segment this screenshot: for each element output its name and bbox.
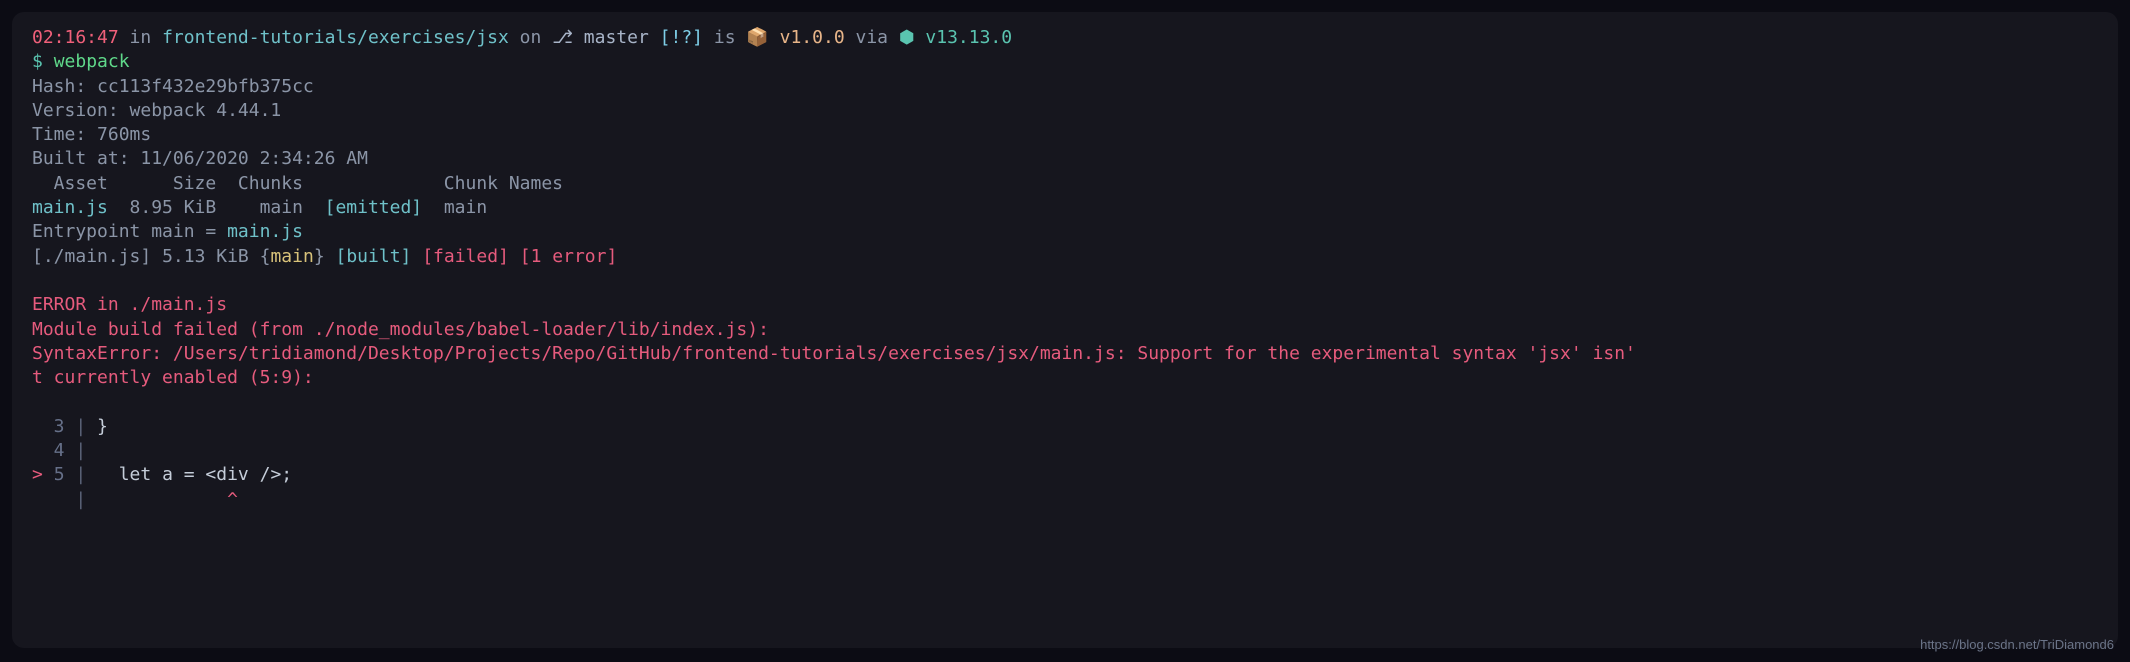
prompt-is: is: [703, 27, 746, 48]
prompt-time: 02:16:47: [32, 27, 119, 48]
code-text-5: let a = <div />;: [97, 464, 292, 485]
terminal-window[interactable]: 02:16:47 in frontend-tutorials/exercises…: [12, 12, 2118, 648]
error-line-2: Module build failed (from ./node_modules…: [32, 318, 2098, 342]
output-time: Time: 760ms: [32, 123, 2098, 147]
asset-chunk: main: [260, 197, 303, 218]
error-marker: >: [32, 464, 54, 485]
code-line-3: 3 | }: [32, 415, 2098, 439]
module-chunk: main: [270, 246, 313, 267]
command-line: $ webpack: [32, 50, 2098, 74]
asset-row: main.js 8.95 KiB main [emitted] main: [32, 196, 2098, 220]
prompt-branch: master: [573, 27, 660, 48]
prompt-in: in: [119, 27, 162, 48]
blank-line-2: [32, 390, 2098, 414]
watermark: https://blog.csdn.net/TriDiamond6: [1920, 636, 2114, 654]
error-caret: ^: [97, 489, 238, 510]
module-errors: [1 error]: [509, 246, 617, 267]
error-line-3b: t currently enabled (5:9):: [32, 366, 2098, 390]
prompt-path: frontend-tutorials/exercises/jsx: [162, 27, 509, 48]
asset-chunkname: main: [444, 197, 487, 218]
blank-line: [32, 269, 2098, 293]
prompt-pkg-version: v1.0.0: [769, 27, 845, 48]
lineno-4: 4: [32, 440, 65, 461]
lineno-3: 3: [32, 416, 65, 437]
code-line-5: > 5 | let a = <div />;: [32, 463, 2098, 487]
asset-size: 8.95 KiB: [108, 197, 260, 218]
command-text: webpack: [54, 51, 130, 72]
caret-line: | ^: [32, 488, 2098, 512]
prompt-via: via: [845, 27, 899, 48]
prompt-flags: [!?]: [660, 27, 703, 48]
lineno-5: 5: [54, 464, 65, 485]
node-icon: ⬢: [899, 27, 915, 48]
error-line-1: ERROR in ./main.js: [32, 293, 2098, 317]
code-text-3: }: [97, 416, 108, 437]
module-row: [./main.js] 5.13 KiB {main} [built] [fai…: [32, 245, 2098, 269]
error-line-3a: SyntaxError: /Users/tridiamond/Desktop/P…: [32, 342, 2098, 366]
asset-emitted: [emitted]: [303, 197, 444, 218]
entrypoint-name: main: [151, 221, 194, 242]
time-value: 760ms: [97, 124, 151, 145]
output-built: Built at: 11/06/2020 2:34:26 AM: [32, 147, 2098, 171]
prompt-line: 02:16:47 in frontend-tutorials/exercises…: [32, 26, 2098, 50]
module-file: ./main.js: [43, 246, 141, 267]
prompt-symbol: $: [32, 51, 54, 72]
code-line-4: 4 |: [32, 439, 2098, 463]
module-failed: [failed]: [411, 246, 509, 267]
git-branch-icon: ⎇: [552, 27, 573, 48]
prompt-on: on: [509, 27, 552, 48]
module-size: 5.13 KiB: [162, 246, 260, 267]
hash-value: cc113f432e29bfb375cc: [97, 76, 314, 97]
built-value: 11/06/2020 2:34:26 AM: [140, 148, 368, 169]
output-version: Version: webpack 4.44.1: [32, 99, 2098, 123]
output-hash: Hash: cc113f432e29bfb375cc: [32, 75, 2098, 99]
entrypoint-row: Entrypoint main = main.js: [32, 220, 2098, 244]
module-built: [built]: [325, 246, 412, 267]
prompt-node-version: v13.13.0: [915, 27, 1013, 48]
asset-name: main.js: [32, 197, 108, 218]
entrypoint-file: main.js: [227, 221, 303, 242]
version-value: webpack 4.44.1: [130, 100, 282, 121]
package-icon: 📦: [746, 27, 768, 48]
table-header: Asset Size Chunks Chunk Names: [32, 172, 2098, 196]
